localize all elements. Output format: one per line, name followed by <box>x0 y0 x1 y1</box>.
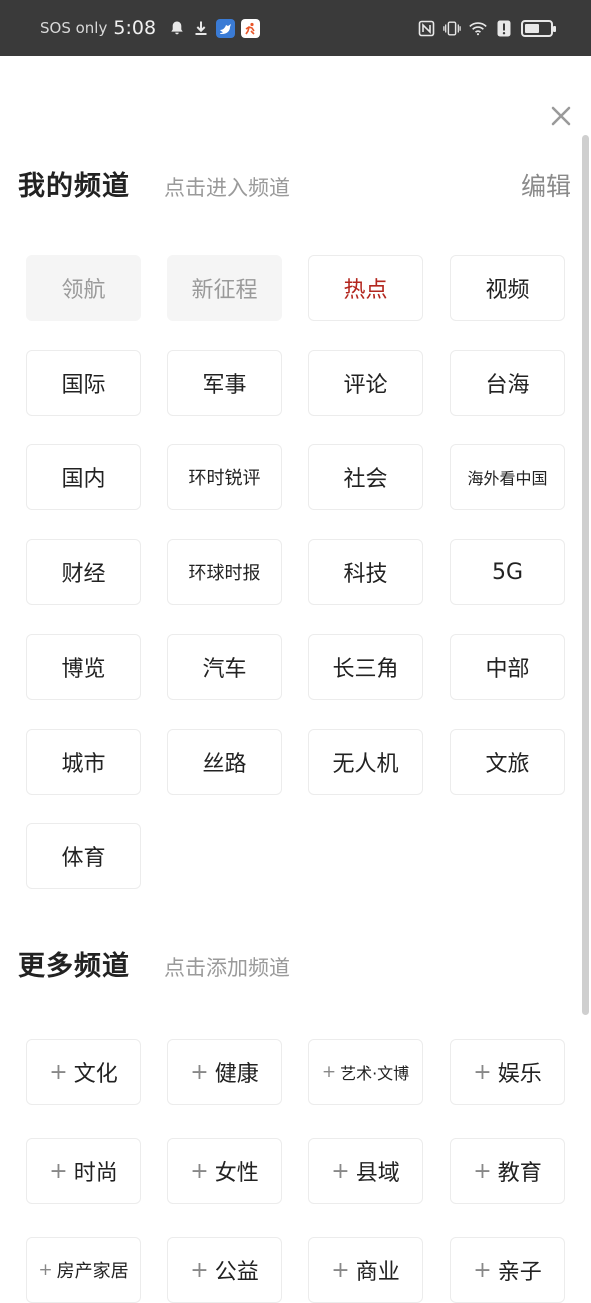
more-channel-label: 公益 <box>214 1260 259 1285</box>
my-channel-chip[interactable]: 环时锐评 <box>167 444 282 511</box>
more-channel-label: 房产家居 <box>56 1261 129 1282</box>
more-channel-chip[interactable]: + 亲子 <box>450 1237 565 1303</box>
more-channel-chip[interactable]: + 健康 <box>167 1039 282 1105</box>
runner-app-icon <box>241 18 261 38</box>
edit-button[interactable]: 编辑 <box>521 167 571 203</box>
more-channel-chip[interactable]: + 娱乐 <box>450 1039 565 1105</box>
more-channel-label: 女性 <box>214 1161 259 1186</box>
my-channel-chip[interactable]: 军事 <box>167 349 282 416</box>
my-channel-chip[interactable]: 丝路 <box>167 728 282 795</box>
my-channels-hint: 点击进入频道 <box>164 176 290 200</box>
my-channel-chip[interactable]: 海外看中国 <box>450 444 565 511</box>
my-channel-chip[interactable]: 汽车 <box>167 633 282 700</box>
my-channel-chip[interactable]: 无人机 <box>308 728 423 795</box>
my-channel-chip[interactable]: 5G <box>450 539 565 606</box>
more-channel-label: 县域 <box>355 1161 400 1186</box>
plus-icon: + <box>190 1059 209 1085</box>
my-channel-chip[interactable]: 中部 <box>450 633 565 700</box>
more-channel-label: 健康 <box>214 1062 259 1087</box>
more-channel-chip[interactable]: + 商业 <box>308 1237 423 1303</box>
my-channel-chip[interactable]: 新征程 <box>167 255 282 321</box>
my-channel-chip[interactable]: 体育 <box>26 823 141 890</box>
more-channel-label: 商业 <box>355 1260 400 1285</box>
my-channel-chip[interactable]: 台海 <box>450 349 565 416</box>
alert-icon <box>495 19 513 37</box>
plus-icon: + <box>49 1059 68 1085</box>
close-button[interactable] <box>546 101 576 131</box>
plus-icon: + <box>473 1059 492 1085</box>
wifi-icon <box>469 19 487 37</box>
more-channels-title: 更多频道 <box>18 951 130 982</box>
my-channel-chip[interactable]: 文旅 <box>450 728 565 795</box>
my-channel-chip[interactable]: 热点 <box>308 255 423 321</box>
plus-icon: + <box>321 1062 337 1082</box>
my-channel-chip[interactable]: 视频 <box>450 255 565 321</box>
more-channel-chip[interactable]: + 时尚 <box>26 1138 141 1204</box>
more-channel-label: 艺术·文博 <box>340 1064 410 1083</box>
more-channel-chip[interactable]: + 教育 <box>450 1138 565 1204</box>
more-channel-label: 娱乐 <box>497 1062 542 1087</box>
plus-icon: + <box>331 1158 350 1184</box>
my-channel-chip[interactable]: 长三角 <box>308 633 423 700</box>
more-channel-label: 文化 <box>73 1062 118 1087</box>
download-icon <box>192 19 210 37</box>
more-channel-chip[interactable]: + 公益 <box>167 1237 282 1303</box>
my-channel-chip[interactable]: 领航 <box>26 255 141 321</box>
more-channel-label: 教育 <box>497 1161 542 1186</box>
my-channel-chip[interactable]: 国际 <box>26 349 141 416</box>
my-channels-header: 我的频道 点击进入频道 编辑 <box>18 164 571 203</box>
plus-icon: + <box>331 1257 350 1283</box>
plus-icon: + <box>190 1257 209 1283</box>
battery-level <box>525 23 540 33</box>
more-channel-chip[interactable]: + 县域 <box>308 1138 423 1204</box>
clock: 5:08 <box>113 17 157 39</box>
more-channel-label: 时尚 <box>73 1161 118 1186</box>
close-icon <box>551 106 571 126</box>
bell-icon <box>168 19 186 37</box>
my-channel-chip[interactable]: 社会 <box>308 444 423 511</box>
my-channel-chip[interactable]: 科技 <box>308 539 423 606</box>
bird-app-icon <box>216 18 236 38</box>
vibrate-icon <box>443 19 461 37</box>
my-channel-chip[interactable]: 博览 <box>26 633 141 700</box>
more-channels-header: 更多频道 点击添加频道 <box>18 944 571 983</box>
plus-icon: + <box>473 1158 492 1184</box>
carrier-label: SOS only <box>40 19 108 37</box>
more-channel-chip[interactable]: + 文化 <box>26 1039 141 1105</box>
scrollbar[interactable] <box>582 135 589 1015</box>
my-channel-chip[interactable]: 财经 <box>26 539 141 606</box>
my-channel-chip[interactable]: 评论 <box>308 349 423 416</box>
more-channel-chip[interactable]: + 艺术·文博 <box>308 1039 423 1105</box>
more-channel-chip[interactable]: + 女性 <box>167 1138 282 1204</box>
more-channel-chip[interactable]: + 房产家居 <box>26 1237 141 1303</box>
my-channels-title: 我的频道 <box>18 171 130 202</box>
nfc-icon <box>417 19 435 37</box>
battery-icon <box>521 19 556 37</box>
more-channel-label: 亲子 <box>497 1260 542 1285</box>
plus-icon: + <box>473 1257 492 1283</box>
my-channel-chip[interactable]: 城市 <box>26 728 141 795</box>
plus-icon: + <box>190 1158 209 1184</box>
status-bar: SOS only 5:08 <box>0 0 591 56</box>
my-channel-chip[interactable]: 环球时报 <box>167 539 282 606</box>
more-channels-hint: 点击添加频道 <box>164 956 290 980</box>
plus-icon: + <box>49 1158 68 1184</box>
my-channel-chip[interactable]: 国内 <box>26 444 141 511</box>
plus-icon: + <box>38 1260 53 1280</box>
